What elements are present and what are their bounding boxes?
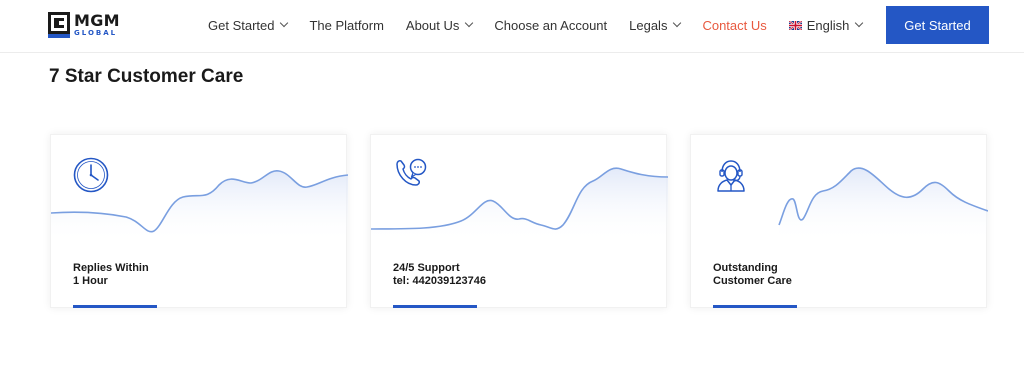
uk-flag-icon: [788, 20, 802, 30]
logo-text: MGM: [74, 11, 120, 30]
nav-get-started[interactable]: Get Started: [208, 17, 289, 33]
nav-the-platform[interactable]: The Platform: [309, 18, 383, 33]
card-label-line2: Customer Care: [713, 275, 792, 287]
card-label: 24/5 Support tel: 442039123746: [393, 262, 633, 288]
card-label-line2: 1 Hour: [73, 275, 108, 287]
accent-bar: [713, 305, 797, 308]
accent-bar: [73, 305, 157, 308]
main-nav: Get Started The Platform About Us Choose…: [208, 0, 884, 50]
chevron-down-icon: [855, 18, 864, 28]
card-label-line1: Replies Within: [73, 262, 149, 274]
language-selector[interactable]: English: [788, 17, 864, 33]
logo[interactable]: MGM GLOBAL: [48, 9, 138, 41]
card-label-line2[interactable]: tel: 442039123746: [393, 275, 633, 288]
card-label-line1: 24/5 Support: [393, 262, 460, 274]
phone-chat-icon: [396, 158, 427, 186]
accent-bar: [393, 305, 477, 308]
nav-label: Contact Us: [702, 17, 767, 33]
card-label-line1: Outstanding: [713, 262, 778, 274]
nav-legals[interactable]: Legals: [629, 17, 682, 33]
feature-card-support: 24/5 Support tel: 442039123746: [370, 134, 668, 308]
nav-choose-account[interactable]: Choose an Account: [494, 18, 607, 33]
feature-card-customer-care: Outstanding Customer Care: [690, 134, 988, 308]
nav-contact-us[interactable]: Contact Us: [702, 18, 766, 33]
logo-subtext: GLOBAL: [74, 29, 118, 37]
clock-icon: [73, 157, 109, 193]
site-header: MGM GLOBAL Get Started The Platform Abou…: [0, 0, 1024, 53]
nav-label: About Us: [405, 17, 460, 33]
chevron-down-icon: [465, 18, 474, 28]
nav-label: English: [806, 17, 850, 33]
card-label: Outstanding Customer Care: [713, 262, 953, 288]
support-agent-icon: [717, 160, 745, 192]
chevron-down-icon: [280, 18, 289, 28]
feature-card-replies: Replies Within 1 Hour: [50, 134, 348, 308]
nav-label: Choose an Account: [494, 17, 608, 33]
get-started-button[interactable]: Get Started: [886, 6, 989, 44]
nav-label: The Platform: [309, 17, 384, 33]
chevron-down-icon: [673, 18, 682, 28]
nav-about-us[interactable]: About Us: [405, 17, 474, 33]
nav-label: Legals: [629, 17, 668, 33]
mgm-logo-icon: [48, 12, 70, 38]
nav-label: Get Started: [208, 17, 275, 33]
card-label: Replies Within 1 Hour: [73, 262, 313, 288]
page-title: 7 Star Customer Care: [49, 66, 244, 87]
